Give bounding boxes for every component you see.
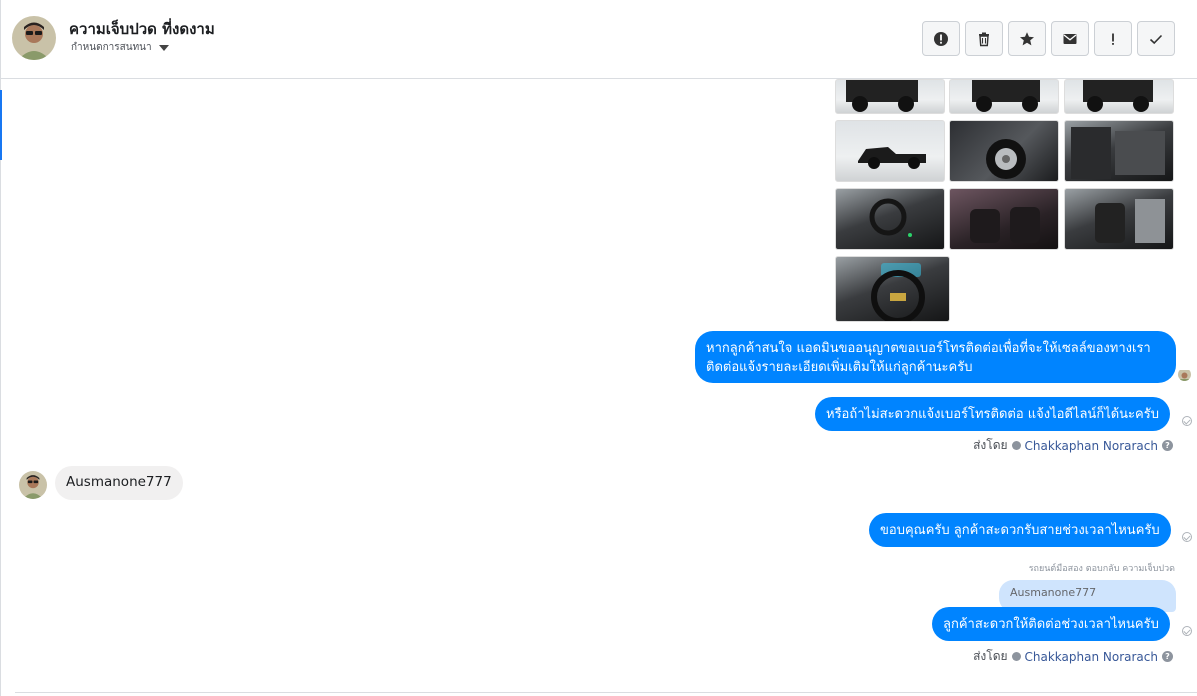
message-text: Ausmanone777 bbox=[66, 474, 172, 490]
delete-button[interactable] bbox=[965, 21, 1003, 56]
car-photo-dashboard[interactable] bbox=[835, 188, 945, 250]
car-photo-wheel[interactable] bbox=[949, 120, 1059, 182]
check-icon bbox=[1149, 34, 1163, 44]
incoming-message: Ausmanone777 bbox=[55, 466, 183, 500]
car-photo-door-open[interactable] bbox=[1064, 120, 1174, 182]
conversation-header: ความเจ็บปวด ที่งดงาม กำหนดการสนทนา bbox=[1, 0, 1197, 79]
quoted-text: Ausmanone777 bbox=[1010, 586, 1097, 599]
active-indicator bbox=[0, 90, 2, 160]
message-text: ลูกค้าสะดวกให้ติดต่อช่วงเวลาไหนครับ bbox=[943, 617, 1159, 632]
car-photo-seats[interactable] bbox=[949, 188, 1059, 250]
message-text-line1: หากลูกค้าสนใจ แอดมินขออนุญาตขอเบอร์โทรติ… bbox=[706, 341, 1151, 356]
mark-done-button[interactable] bbox=[1137, 21, 1175, 56]
header-toolbar bbox=[922, 21, 1175, 56]
spam-button[interactable] bbox=[1094, 21, 1132, 56]
car-photo-rear-1[interactable] bbox=[835, 79, 945, 114]
star-button[interactable] bbox=[1008, 21, 1046, 56]
exclamation-circle-icon bbox=[934, 31, 948, 46]
chevron-down-icon bbox=[158, 44, 169, 51]
help-icon[interactable]: ? bbox=[1162, 440, 1173, 451]
contact-name: ความเจ็บปวด ที่งดงาม bbox=[69, 20, 215, 38]
star-icon bbox=[1020, 31, 1034, 45]
car-photo-cabin[interactable] bbox=[1064, 188, 1174, 250]
sender-name-link[interactable]: Chakkaphan Norarach bbox=[1025, 439, 1158, 453]
sent-by-prefix: ส่งโดย bbox=[973, 649, 1008, 663]
seen-avatar bbox=[1178, 368, 1191, 381]
conversation-view: ความเจ็บปวด ที่งดงาม กำหนดการสนทนา หากลู… bbox=[0, 0, 1197, 696]
contact-avatar[interactable] bbox=[12, 16, 56, 60]
car-photo-steering[interactable] bbox=[835, 256, 950, 322]
car-photo-side[interactable] bbox=[835, 120, 945, 182]
sent-check-icon bbox=[1182, 416, 1192, 426]
car-photo-rear-3[interactable] bbox=[1064, 79, 1174, 114]
outgoing-message: หรือถ้าไม่สะดวกแจ้งเบอร์โทรติดต่อ แจ้งไอ… bbox=[815, 397, 1170, 431]
sent-by-prefix: ส่งโดย bbox=[973, 438, 1008, 452]
verified-icon bbox=[1011, 652, 1021, 661]
alert-button[interactable] bbox=[922, 21, 960, 56]
sender-name-link[interactable]: Chakkaphan Norarach bbox=[1025, 650, 1158, 664]
composer-divider bbox=[15, 692, 1197, 693]
envelope-icon bbox=[1063, 33, 1077, 44]
exclamation-icon bbox=[1112, 33, 1114, 45]
sent-by-label: ส่งโดย Chakkaphan Norarach ? bbox=[973, 436, 1173, 455]
help-icon[interactable]: ? bbox=[1162, 651, 1173, 662]
car-photo-rear-2[interactable] bbox=[949, 79, 1059, 114]
contact-avatar-small[interactable] bbox=[19, 471, 47, 499]
message-text-line2: ติดต่อแจ้งรายละเอียดเพิ่มเติมให้แก่ลูกค้… bbox=[706, 360, 973, 375]
trash-icon bbox=[979, 32, 989, 46]
conversation-options-dropdown[interactable]: กำหนดการสนทนา bbox=[71, 40, 169, 55]
message-text: ขอบคุณครับ ลูกค้าสะดวกรับสายช่วงเวลาไหนค… bbox=[880, 523, 1160, 538]
message-text: หรือถ้าไม่สะดวกแจ้งเบอร์โทรติดต่อ แจ้งไอ… bbox=[826, 407, 1159, 422]
outgoing-message: หากลูกค้าสนใจ แอดมินขออนุญาตขอเบอร์โทรติ… bbox=[695, 331, 1176, 383]
mark-unread-button[interactable] bbox=[1051, 21, 1089, 56]
outgoing-message: ลูกค้าสะดวกให้ติดต่อช่วงเวลาไหนครับ bbox=[932, 607, 1170, 641]
outgoing-message: ขอบคุณครับ ลูกค้าสะดวกรับสายช่วงเวลาไหนค… bbox=[869, 513, 1171, 547]
reply-context-label: รถยนต์มือสอง ตอบกลับ ความเจ็บปวด bbox=[1029, 561, 1175, 575]
sent-check-icon bbox=[1182, 532, 1192, 542]
conversation-options-label: กำหนดการสนทนา bbox=[71, 42, 152, 53]
verified-icon bbox=[1011, 441, 1021, 450]
reply-context-text: รถยนต์มือสอง ตอบกลับ ความเจ็บปวด bbox=[1028, 564, 1175, 574]
sent-check-icon bbox=[1182, 626, 1192, 636]
sent-by-label: ส่งโดย Chakkaphan Norarach ? bbox=[973, 647, 1173, 666]
